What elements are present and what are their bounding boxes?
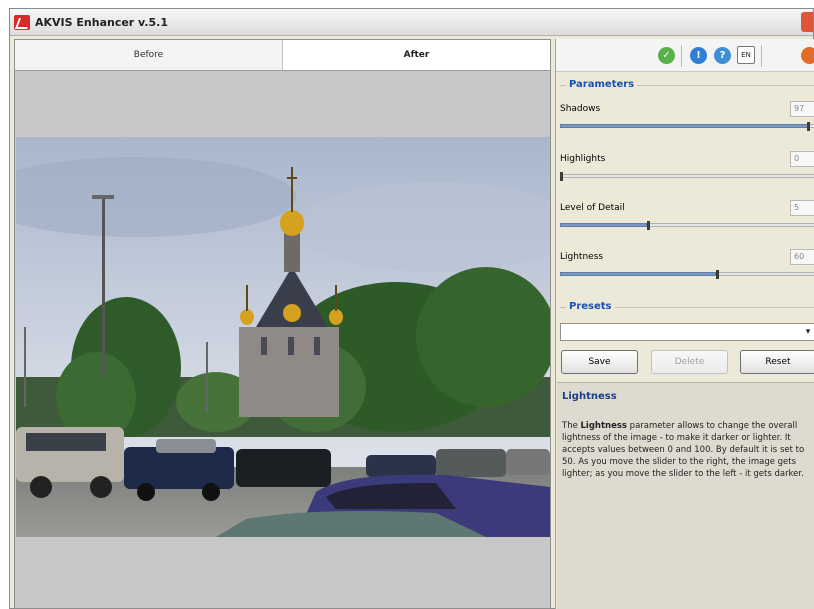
help-text-bold: Lightness xyxy=(580,421,627,431)
language-icon[interactable]: EN xyxy=(737,46,755,64)
parameters-group: Parameters xyxy=(560,79,814,295)
highlights-label: Highlights xyxy=(560,154,606,164)
parameters-title: Parameters xyxy=(566,79,638,90)
toolbar-separator xyxy=(761,45,762,67)
presets-title: Presets xyxy=(566,301,615,312)
slider-thumb[interactable] xyxy=(807,122,811,131)
help-icon[interactable]: ? xyxy=(714,47,731,64)
toolbar: ✓ ! ? EN xyxy=(556,39,814,72)
toolbar-separator xyxy=(681,45,682,67)
lightness-label: Lightness xyxy=(560,252,604,262)
slider-fill xyxy=(560,223,648,227)
apply-icon[interactable]: ✓ xyxy=(658,47,675,64)
shadows-label: Shadows xyxy=(560,104,601,114)
slider-fill xyxy=(560,124,809,128)
slider-thumb[interactable] xyxy=(716,270,720,279)
help-text-prefix: The xyxy=(562,421,581,431)
reset-button[interactable]: Reset xyxy=(740,350,814,374)
akvis-icon[interactable] xyxy=(801,47,814,64)
image-pane: Before After xyxy=(14,39,551,609)
preset-dropdown[interactable]: ▾ xyxy=(560,323,814,341)
tab-before[interactable]: Before xyxy=(15,40,283,71)
shadows-slider[interactable] xyxy=(560,122,814,132)
view-tabs: Before After xyxy=(15,40,550,71)
preview-image[interactable] xyxy=(16,137,550,537)
app-window: AKVIS Enhancer v.5.1 Before After ✓ ! ? … xyxy=(9,8,814,609)
help-panel: Lightness The Lightness parameter allows… xyxy=(557,382,814,609)
help-text: The Lightness parameter allows to change… xyxy=(562,420,814,480)
highlights-slider[interactable] xyxy=(560,172,814,182)
chevron-down-icon[interactable]: ▾ xyxy=(802,325,814,339)
slider-thumb[interactable] xyxy=(647,221,651,230)
level-of-detail-label: Level of Detail xyxy=(560,203,625,213)
level-of-detail-value[interactable]: 5 xyxy=(790,200,814,216)
title-bar: AKVIS Enhancer v.5.1 xyxy=(10,9,813,36)
slider-fill xyxy=(560,272,717,276)
window-title: AKVIS Enhancer v.5.1 xyxy=(35,16,168,29)
lightness-value[interactable]: 60 xyxy=(790,249,814,265)
chapel-photo xyxy=(16,137,550,537)
lightness-slider[interactable] xyxy=(560,270,814,280)
tab-after[interactable]: After xyxy=(283,40,550,71)
highlights-value[interactable]: 0 xyxy=(790,151,814,167)
info-icon[interactable]: ! xyxy=(690,47,707,64)
close-button[interactable] xyxy=(801,12,813,32)
shadows-value[interactable]: 97 xyxy=(790,101,814,117)
slider-thumb[interactable] xyxy=(560,172,563,181)
save-button[interactable]: Save xyxy=(561,350,638,374)
help-title: Lightness xyxy=(562,391,617,402)
delete-button[interactable]: Delete xyxy=(651,350,728,374)
settings-panel: ✓ ! ? EN Parameters Shadows 97 Highlight… xyxy=(555,39,814,609)
akvis-logo-icon xyxy=(14,15,30,30)
slider-track xyxy=(560,174,814,178)
level-of-detail-slider[interactable] xyxy=(560,221,814,231)
